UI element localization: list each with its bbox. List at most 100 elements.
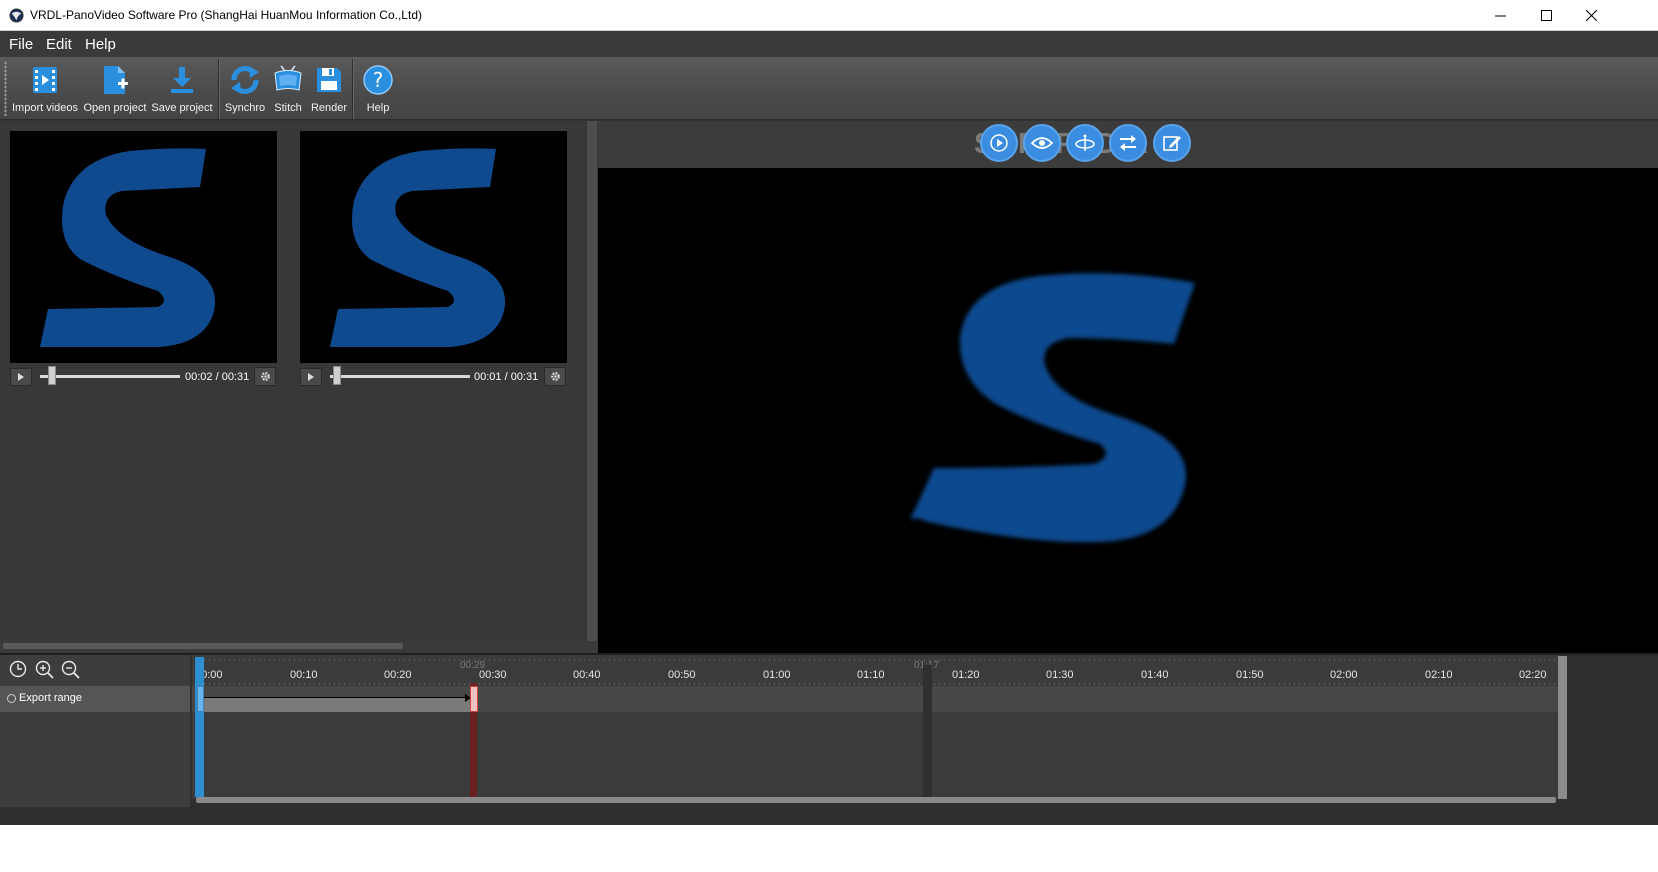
playhead-cursor[interactable] [195, 657, 204, 797]
preview-play-button[interactable] [980, 124, 1018, 162]
toolbar-grip[interactable] [4, 61, 7, 116]
cursor-time-marker: 00:29 [460, 660, 486, 671]
video2-time: 00:01 / 00:31 [474, 371, 539, 383]
ruler-label: 02:00 [1330, 669, 1358, 681]
help-question-icon: ? [363, 65, 393, 95]
logo-s-panorama [910, 273, 1195, 543]
timeline-vertical-scrollbar[interactable] [1558, 656, 1567, 799]
source-video-1[interactable] [10, 131, 277, 363]
render-button[interactable]: Render [310, 57, 348, 120]
eye-icon [1031, 137, 1053, 149]
save-project-button[interactable]: Save project [150, 57, 214, 120]
stitch-button[interactable]: Stitch [269, 57, 307, 120]
video1-time: 00:02 / 00:31 [185, 371, 250, 383]
stitched-preview-view[interactable] [598, 168, 1658, 653]
close-button[interactable] [1568, 0, 1614, 31]
preview-view-button[interactable] [1023, 124, 1061, 162]
ruler-label: 00:20 [384, 669, 412, 681]
source-video-2[interactable] [300, 131, 567, 363]
close-icon [1585, 10, 1597, 21]
title-bar: VRDL-PanoVideo Software Pro (ShangHai Hu… [0, 0, 1658, 31]
export-range-label: Export range [19, 692, 82, 704]
download-icon [171, 67, 193, 93]
import-videos-button[interactable]: Import videos [12, 57, 78, 120]
ruler-ticks [197, 683, 1557, 685]
open-project-button[interactable]: Open project [83, 57, 147, 120]
video1-seek-slider[interactable] [40, 375, 180, 378]
export-range-end-handle[interactable] [470, 686, 478, 712]
export-range-bar[interactable] [199, 697, 471, 712]
video1-settings-button[interactable] [254, 367, 276, 386]
logo-s-thumbnail [330, 148, 506, 347]
synchro-button[interactable]: Synchro [223, 57, 267, 120]
ruler-label: 00:10 [290, 669, 318, 681]
timeline-end-marker [923, 665, 932, 797]
menu-help[interactable]: Help [85, 36, 116, 53]
ruler-ticks-top [197, 659, 1557, 661]
ruler-label: 01:20 [952, 669, 980, 681]
help-label: Help [366, 102, 390, 114]
maximize-button[interactable] [1523, 0, 1569, 31]
video2-seek-slider[interactable] [330, 375, 470, 378]
video1-play-button[interactable] [10, 368, 32, 386]
export-range-track-header[interactable]: Export range [0, 686, 190, 712]
video2-settings-button[interactable] [544, 367, 566, 386]
minimize-icon [1494, 15, 1506, 17]
export-range-arrow-line [203, 697, 468, 698]
ruler-label: 02:10 [1425, 669, 1453, 681]
gyroscope-icon [1075, 134, 1095, 151]
stitch-label: Stitch [274, 102, 302, 114]
zoom-out-icon [61, 660, 80, 679]
synchro-label: Synchro [224, 102, 266, 114]
timeline-clock-button[interactable] [8, 659, 28, 679]
window-title: VRDL-PanoVideo Software Pro (ShangHai Hu… [30, 8, 422, 22]
video2-seek-handle[interactable] [333, 366, 341, 385]
video2-play-button[interactable] [300, 368, 322, 386]
left-panel-vertical-scrollbar[interactable] [587, 121, 597, 644]
ruler-label: 01:50 [1236, 669, 1264, 681]
track-toggle-icon[interactable] [7, 694, 16, 703]
ruler-label: 00:50 [668, 669, 696, 681]
sync-icon [231, 66, 259, 94]
new-file-icon [104, 66, 128, 94]
maximize-icon [1540, 10, 1552, 21]
menu-edit[interactable]: Edit [46, 36, 72, 53]
ruler-label: 01:10 [857, 669, 885, 681]
ruler-label: 01:40 [1141, 669, 1169, 681]
timeline-footer [0, 807, 1658, 825]
preview-edit-button[interactable] [1153, 124, 1191, 162]
video1-seek-handle[interactable] [48, 366, 56, 385]
ruler-label: 01:00 [763, 669, 791, 681]
menu-file[interactable]: File [9, 36, 33, 53]
floppy-disk-icon [317, 68, 341, 92]
edit-icon [1163, 136, 1181, 151]
minimize-button[interactable] [1477, 0, 1523, 31]
help-button[interactable]: ? Help [358, 57, 398, 120]
toolbar-separator [218, 59, 220, 119]
toolbar: Import videos Open project Save project … [0, 57, 1658, 120]
status-bar [0, 825, 1658, 872]
gear-icon [260, 372, 270, 381]
open-project-label: Open project [83, 102, 147, 114]
play-icon [990, 134, 1008, 152]
preview-swap-button[interactable] [1109, 124, 1147, 162]
app-globe-icon [9, 8, 24, 23]
timeline-zoom-out-button[interactable] [60, 659, 80, 679]
play-icon [308, 373, 314, 381]
clock-icon [9, 660, 27, 678]
gear-icon [550, 372, 560, 381]
svg-text:?: ? [373, 68, 384, 92]
ruler-label: 00:40 [573, 669, 601, 681]
source-videos-panel [0, 121, 598, 655]
preview-gyro-button[interactable] [1066, 124, 1104, 162]
timeline-zoom-in-button[interactable] [34, 659, 54, 679]
ruler-label: 01:30 [1046, 669, 1074, 681]
zoom-in-icon [35, 660, 54, 679]
menu-bar: File Edit Help [0, 31, 1658, 57]
stitch-icon [274, 65, 302, 91]
logo-s-thumbnail [40, 148, 216, 347]
left-panel-horizontal-scrollbar[interactable] [3, 643, 403, 649]
play-icon [18, 373, 24, 381]
timeline-horizontal-scrollbar[interactable] [196, 797, 1556, 803]
export-range-start-handle[interactable] [197, 686, 204, 712]
